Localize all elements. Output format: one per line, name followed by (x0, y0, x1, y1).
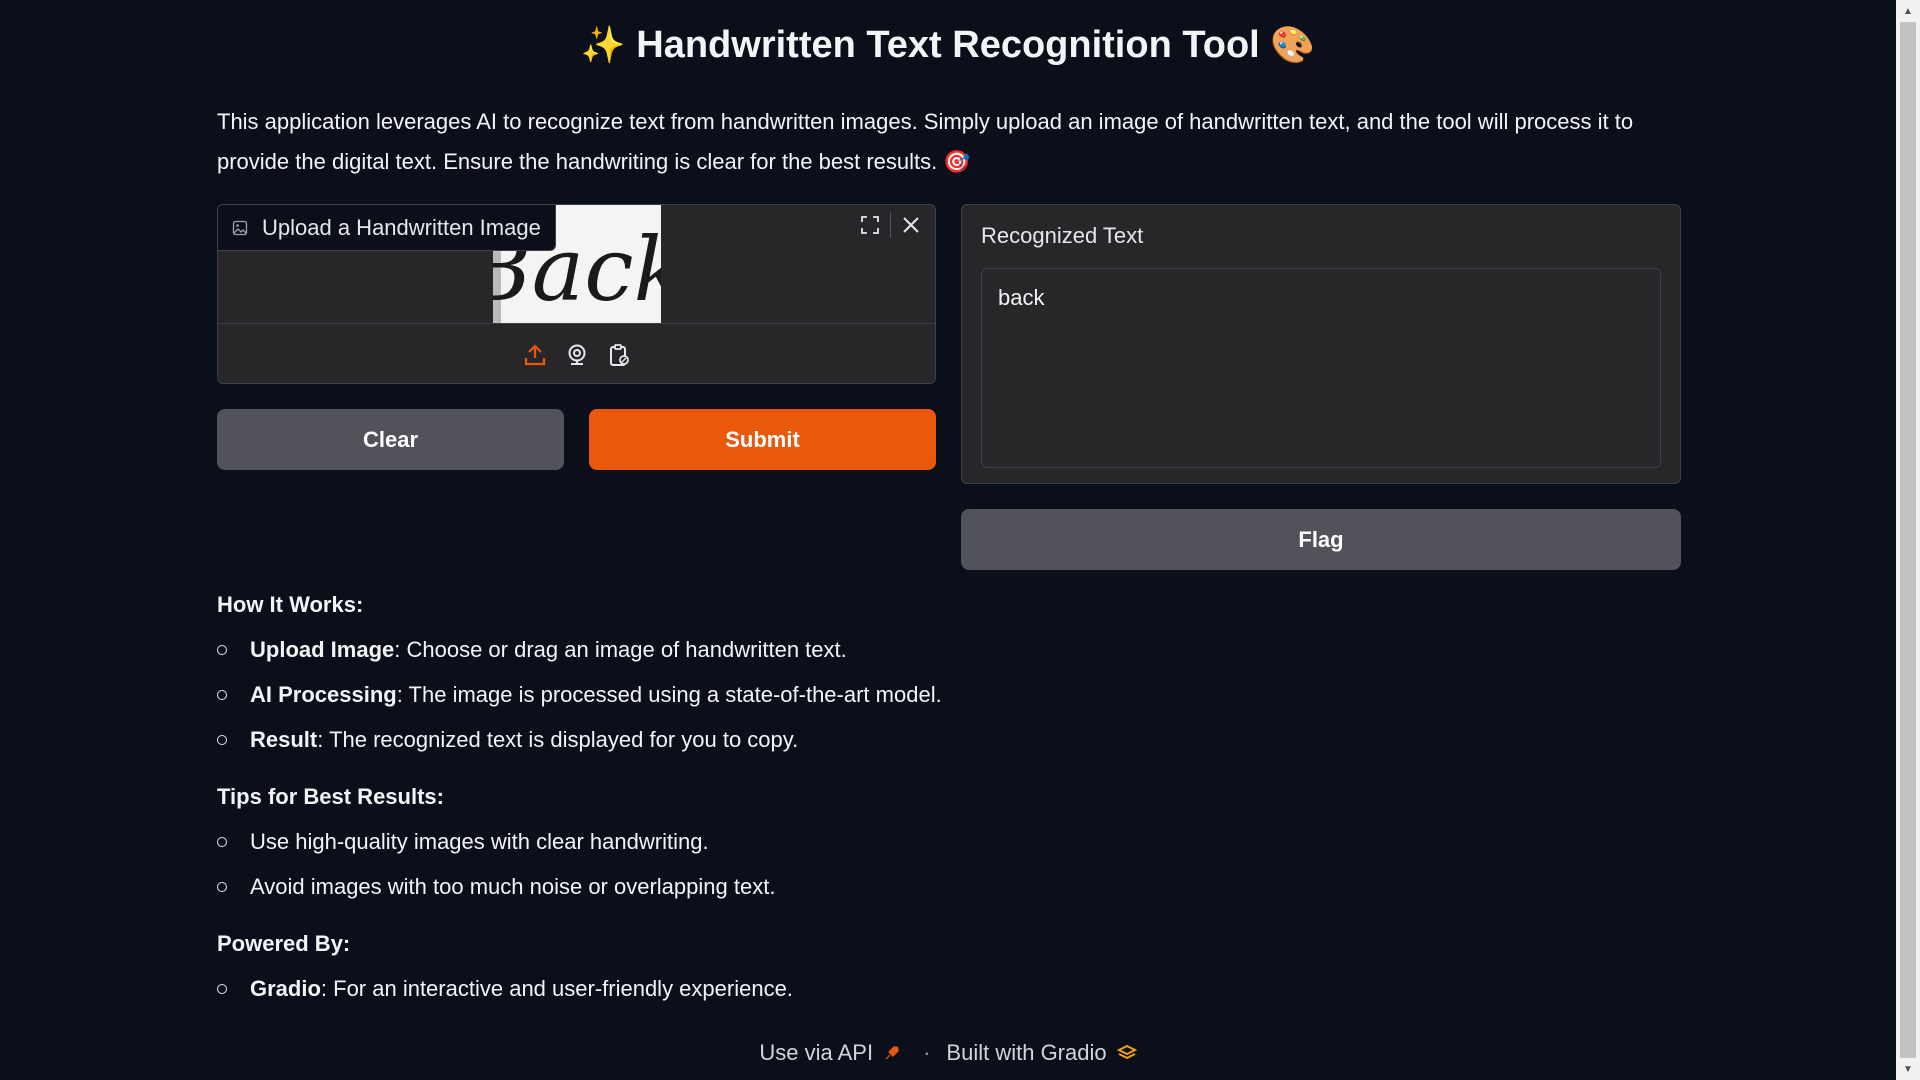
webcam-icon (568, 344, 585, 365)
scroll-thumb[interactable] (1900, 22, 1916, 1058)
sparkles-emoji: ✨ (580, 24, 626, 65)
scroll-up-arrow[interactable]: ▲ (1896, 2, 1920, 20)
app-description: This application leverages AI to recogni… (217, 109, 1634, 174)
fullscreen-icon (861, 216, 879, 234)
upload-label-text: Upload a Handwritten Image (262, 214, 541, 240)
image-upload-panel[interactable]: Back Upload a Handwritten Image (217, 204, 936, 384)
list-item: Upload Image: Choose or drag an image of… (217, 635, 1217, 680)
recognized-text-panel: Recognized Text back (961, 204, 1681, 484)
tool-divider (890, 212, 891, 238)
tips-heading: Tips for Best Results: (217, 784, 444, 809)
panel-tools (854, 209, 927, 241)
powered-by-list: Gradio: For an interactive and user-frie… (217, 974, 1217, 1019)
remove-image-button[interactable] (895, 209, 927, 241)
list-item: Result: The recognized text is displayed… (217, 725, 1217, 770)
clear-button[interactable]: Clear (217, 409, 564, 470)
recognized-text-label: Recognized Text (981, 223, 1144, 248)
list-item: Use high-quality images with clear handw… (217, 827, 1217, 872)
gradio-logo-icon (1116, 1044, 1137, 1060)
built-with-gradio-link[interactable]: Built with Gradio (946, 1040, 1137, 1066)
source-selector (218, 323, 935, 383)
close-icon (903, 217, 919, 233)
webcam-source-button[interactable] (564, 342, 590, 368)
how-it-works-list: Upload Image: Choose or drag an image of… (217, 635, 1217, 770)
powered-by-heading: Powered By: (217, 931, 351, 956)
upload-source-button[interactable] (522, 342, 548, 368)
app-page: ✨ Handwritten Text Recognition Tool 🎨 Th… (0, 0, 1920, 1080)
submit-button[interactable]: Submit (589, 409, 936, 470)
tips-list: Use high-quality images with clear handw… (217, 827, 1217, 917)
footer-separator: · (923, 1040, 931, 1065)
upload-icon (524, 343, 545, 365)
upload-label: Upload a Handwritten Image (218, 205, 556, 251)
api-link-text: Use via API (759, 1040, 874, 1065)
palette-emoji: 🎨 (1270, 24, 1316, 65)
rocket-icon (885, 1046, 899, 1060)
clipboard-source-button[interactable] (606, 342, 632, 368)
built-link-text: Built with Gradio (946, 1040, 1107, 1065)
fullscreen-button[interactable] (854, 209, 886, 241)
use-via-api-link[interactable]: Use via API (759, 1040, 901, 1066)
list-item: AI Processing: The image is processed us… (217, 680, 1217, 725)
info-section: How It Works: Upload Image: Choose or dr… (217, 590, 1217, 1031)
clipboard-icon (609, 343, 629, 366)
scroll-down-arrow[interactable]: ▼ (1896, 1060, 1920, 1078)
list-item: Avoid images with too much noise or over… (217, 872, 1217, 917)
list-item: Gradio: For an interactive and user-frie… (217, 974, 1217, 1019)
flag-button[interactable]: Flag (961, 509, 1681, 570)
how-it-works-heading: How It Works: (217, 592, 364, 617)
recognized-text-output[interactable]: back (981, 268, 1661, 468)
page-title: ✨ Handwritten Text Recognition Tool 🎨 (0, 24, 1896, 67)
image-icon (232, 220, 248, 235)
page-scrollbar[interactable]: ▲ ▼ (1896, 0, 1920, 1080)
footer: Use via API · Built with Gradio (0, 1040, 1896, 1066)
title-text: Handwritten Text Recognition Tool (636, 24, 1260, 66)
